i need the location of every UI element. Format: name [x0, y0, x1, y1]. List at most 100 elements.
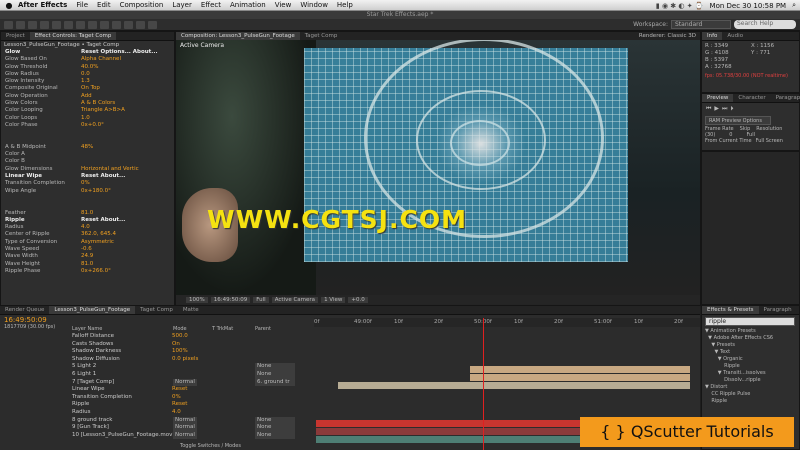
camera-select[interactable]: Active Camera — [271, 296, 319, 303]
property-value[interactable]: 500.0 — [172, 333, 188, 341]
effect-property-row[interactable]: Type of Conversion Asymmetric — [1, 239, 174, 246]
shape-tool-icon[interactable] — [76, 20, 85, 29]
layer-name[interactable]: Shadow Diffusion — [72, 356, 120, 364]
taget-comp-bar[interactable] — [338, 382, 690, 389]
menu-view[interactable]: View — [275, 1, 292, 9]
tree-item[interactable]: Dissolv...ripple — [705, 377, 799, 384]
property-value[interactable]: 0% — [81, 180, 90, 187]
tab-project[interactable]: Project — [1, 32, 30, 40]
timeline-row[interactable]: Shadow Diffusion 0.0 pixels — [0, 356, 700, 364]
effect-property-row[interactable] — [1, 129, 174, 136]
puppet-tool-icon[interactable] — [148, 20, 157, 29]
property-value[interactable]: 1.3 — [81, 78, 90, 85]
property-value[interactable]: Reset About... — [81, 217, 125, 224]
property-value[interactable]: Reset About... — [81, 173, 125, 180]
parent-select[interactable]: None — [255, 424, 295, 432]
menu-window[interactable]: Window — [300, 1, 328, 9]
ram-preview-select[interactable]: RAM Preview Options — [705, 116, 771, 125]
timeline-row[interactable]: Ripple Reset — [0, 401, 700, 409]
clone-tool-icon[interactable] — [124, 20, 133, 29]
tree-item[interactable]: CC Ripple Pulse — [705, 391, 799, 398]
tree-item[interactable]: ▼ Transiti...issolves — [705, 370, 799, 377]
hand-tool-icon[interactable] — [16, 20, 25, 29]
tree-item[interactable]: ▼ Text — [705, 349, 799, 356]
effect-property-row[interactable]: Color A — [1, 151, 174, 158]
effect-property-row[interactable]: Glow Radius 0.0 — [1, 71, 174, 78]
layer-name[interactable]: 9 [Gun Track] — [72, 424, 109, 432]
layer-name[interactable]: Radius — [72, 409, 90, 417]
property-value[interactable]: 0x+266.0° — [81, 268, 111, 275]
composition-viewer[interactable]: Active Camera — [176, 40, 700, 295]
timeline-row[interactable]: Shadow Darkness 100% — [0, 348, 700, 356]
layer-name[interactable]: 6 Light 1 — [72, 371, 96, 379]
parent-select[interactable]: None — [255, 371, 295, 379]
effect-property-row[interactable]: Color Loops 1.0 — [1, 115, 174, 122]
effect-property-row[interactable]: Glow Intensity 1.3 — [1, 78, 174, 85]
property-value[interactable]: 24.9 — [81, 253, 93, 260]
effect-property-row[interactable]: Linear Wipe Reset About... — [1, 173, 174, 180]
blend-mode-select[interactable]: Normal — [173, 424, 197, 432]
rotate-tool-icon[interactable] — [40, 20, 49, 29]
layer-name[interactable]: 10 [Lesson3_PulseGun_Footage.mov] — [72, 432, 175, 440]
property-value[interactable]: 0x+0.0° — [81, 122, 104, 129]
layer-name[interactable]: Casts Shadows — [72, 341, 113, 349]
tab-paragraph-2[interactable]: Paragraph — [759, 306, 797, 314]
tab-preview[interactable]: Preview — [702, 94, 734, 102]
timeline-row[interactable]: Transition Completion 0% — [0, 394, 700, 402]
effect-property-row[interactable]: Glow Colors A & B Colors — [1, 100, 174, 107]
effect-property-row[interactable] — [1, 195, 174, 202]
tab-timeline-footage[interactable]: Lesson3_PulseGun_Footage — [49, 306, 136, 314]
menu-composition[interactable]: Composition — [120, 1, 164, 9]
tree-item[interactable]: ▼ Distort — [705, 384, 799, 391]
resolution-select[interactable]: Full — [253, 296, 269, 303]
property-value[interactable]: 48% — [81, 144, 93, 151]
menu-edit[interactable]: Edit — [97, 1, 111, 9]
property-value[interactable]: 362.0, 645.4 — [81, 231, 116, 238]
property-value[interactable]: 0.0 pixels — [172, 356, 198, 364]
effect-property-row[interactable]: Wave Width 24.9 — [1, 253, 174, 260]
time-ruler[interactable]: 0f49:00f10f20f50:00f10f20f51:00f10f20f — [314, 318, 700, 327]
menu-animation[interactable]: Animation — [230, 1, 266, 9]
app-name[interactable]: After Effects — [18, 1, 67, 9]
help-search-input[interactable]: Search Help — [734, 20, 796, 29]
tree-item[interactable]: Ripple — [705, 398, 799, 405]
effect-property-row[interactable]: Color B — [1, 158, 174, 165]
effects-search-input[interactable]: ripple — [705, 317, 795, 326]
property-value[interactable]: A & B Colors — [81, 100, 115, 107]
menu-file[interactable]: File — [76, 1, 88, 9]
layer-name[interactable]: Falloff Distance — [72, 333, 114, 341]
effect-property-row[interactable]: Color Phase 0x+0.0° — [1, 122, 174, 129]
property-value[interactable]: 0% — [172, 394, 181, 402]
zoom-select[interactable]: 100% — [186, 296, 208, 303]
pen-tool-icon[interactable] — [88, 20, 97, 29]
parent-select[interactable]: 6. ground tr — [255, 378, 295, 387]
effect-property-row[interactable]: Transition Completion 0% — [1, 180, 174, 187]
property-value[interactable]: Reset Options... About... — [81, 49, 158, 56]
text-tool-icon[interactable] — [100, 20, 109, 29]
timeline-timecode[interactable]: 16:49:50:09 — [4, 316, 47, 324]
eraser-tool-icon[interactable] — [136, 20, 145, 29]
layer-name[interactable]: Linear Wipe — [72, 386, 105, 394]
property-value[interactable]: 81.0 — [81, 210, 93, 217]
timeline-row[interactable]: Casts Shadows On — [0, 341, 700, 349]
search-icon[interactable]: ⌕ — [792, 1, 796, 10]
timeline-footer[interactable]: Toggle Switches / Modes — [180, 443, 241, 449]
ram-preview-icon[interactable]: ⏵ — [730, 105, 736, 112]
menu-effect[interactable]: Effect — [201, 1, 221, 9]
effect-property-row[interactable]: A & B Midpoint 48% — [1, 144, 174, 151]
property-value[interactable]: 4.0 — [81, 224, 90, 231]
light-1-bar[interactable] — [470, 374, 690, 381]
tree-item[interactable]: ▼ Presets — [705, 342, 799, 349]
effect-property-row[interactable]: Glow Reset Options... About... — [1, 49, 174, 56]
property-value[interactable]: 81.0 — [81, 261, 93, 268]
tab-info[interactable]: Info — [702, 32, 723, 40]
layer-name[interactable]: Transition Completion — [72, 394, 132, 402]
tree-item[interactable]: ▼ Animation Presets — [705, 328, 799, 335]
full-screen-checkbox[interactable]: Full Screen — [756, 138, 783, 144]
effect-property-row[interactable]: Wipe Angle 0x+180.0° — [1, 188, 174, 195]
tab-comp-footage[interactable]: Composition: Lesson3_PulseGun_Footage — [176, 32, 300, 40]
tree-item[interactable]: Ripple — [705, 363, 799, 370]
effect-property-row[interactable]: Ripple Reset About... — [1, 217, 174, 224]
property-value[interactable]: On — [172, 341, 180, 349]
effect-property-row[interactable]: Center of Ripple 362.0, 645.4 — [1, 231, 174, 238]
